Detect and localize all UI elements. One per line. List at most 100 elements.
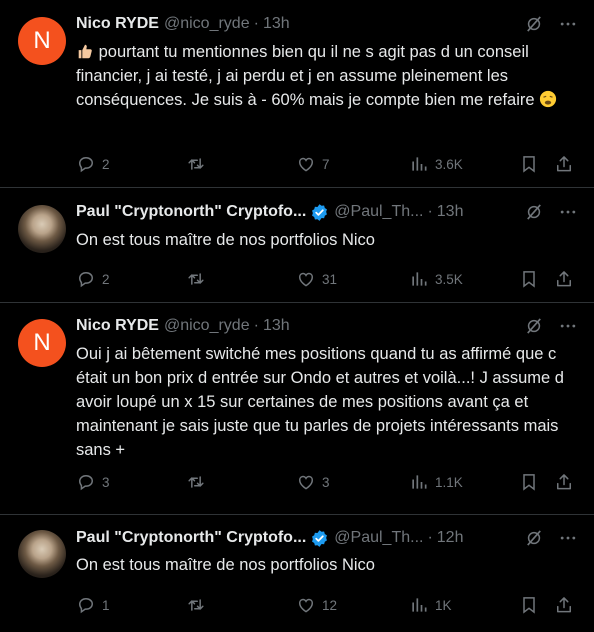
tweet-text: pourtant tu mentionnes bien qu il ne s a…: [76, 40, 576, 112]
views-button[interactable]: 3.5K: [409, 268, 463, 290]
tweet[interactable]: N Nico RYDE @nico_ryde · 13h pourtant tu…: [0, 0, 594, 188]
reply-count: 3: [102, 474, 110, 490]
like-icon: [296, 269, 316, 289]
view-count: 1K: [435, 597, 452, 613]
views-button[interactable]: 1.1K: [409, 471, 463, 493]
view-count: 3.5K: [435, 271, 463, 287]
bookmark-button[interactable]: [519, 153, 539, 175]
tweet-header: Paul "Cryptonorth" Cryptofo... @Paul_Th.…: [76, 201, 578, 223]
share-button[interactable]: [554, 594, 574, 616]
author-handle[interactable]: @nico_ryde: [164, 15, 250, 33]
reply-count: 2: [102, 156, 110, 172]
separator-dot: ·: [253, 317, 259, 334]
reply-button[interactable]: 2: [76, 268, 110, 290]
timestamp[interactable]: 13h: [263, 15, 290, 33]
reply-icon: [76, 269, 96, 289]
retweet-button[interactable]: [186, 153, 212, 175]
avatar[interactable]: [18, 530, 66, 578]
avatar[interactable]: N: [18, 319, 66, 367]
views-icon: [409, 595, 429, 615]
author-name[interactable]: Paul "Cryptonorth" Cryptofo...: [76, 203, 306, 221]
share-button[interactable]: [554, 153, 574, 175]
weary-face-emoji: [540, 90, 557, 108]
avatar[interactable]: [18, 205, 66, 253]
grok-icon[interactable]: [524, 316, 544, 336]
retweet-button[interactable]: [186, 594, 212, 616]
reply-button[interactable]: 3: [76, 471, 110, 493]
tweet-header: Paul "Cryptonorth" Cryptofo... @Paul_Th.…: [76, 527, 578, 549]
bookmark-icon: [519, 472, 539, 492]
tweet-actions: 1 12 1K: [76, 594, 576, 616]
timestamp[interactable]: 13h: [263, 317, 290, 335]
tweet[interactable]: Paul "Cryptonorth" Cryptofo... @Paul_Th.…: [0, 188, 594, 303]
views-icon: [409, 472, 429, 492]
bookmark-icon: [519, 595, 539, 615]
like-button[interactable]: 7: [296, 153, 330, 175]
tweet-text: Oui j ai bêtement switché mes positions …: [76, 345, 564, 459]
timestamp[interactable]: 13h: [437, 203, 464, 221]
retweet-icon: [186, 472, 206, 492]
like-button[interactable]: 3: [296, 471, 330, 493]
tweet-text: On est tous maître de nos portfolios Nic…: [76, 556, 375, 574]
like-count: 12: [322, 597, 338, 613]
like-count: 31: [322, 271, 338, 287]
author-name[interactable]: Nico RYDE: [76, 15, 159, 33]
avatar-letter: N: [33, 329, 51, 356]
like-count: 3: [322, 474, 330, 490]
bookmark-button[interactable]: [519, 471, 539, 493]
verified-badge-icon: [310, 203, 329, 222]
retweet-icon: [186, 595, 206, 615]
more-icon[interactable]: [558, 528, 578, 548]
share-icon: [554, 595, 574, 615]
tweet-actions: 2 7 3.6K: [76, 153, 576, 175]
tweet-actions: 3 3 1.1K: [76, 471, 576, 493]
tweet-actions: 2 31 3.5K: [76, 268, 576, 290]
retweet-icon: [186, 269, 206, 289]
like-button[interactable]: 31: [296, 268, 337, 290]
bookmark-icon: [519, 269, 539, 289]
view-count: 1.1K: [435, 474, 463, 490]
like-icon: [296, 472, 316, 492]
reply-button[interactable]: 2: [76, 153, 110, 175]
reply-button[interactable]: 1: [76, 594, 110, 616]
views-button[interactable]: 3.6K: [409, 153, 463, 175]
tweet-text-content: pourtant tu mentionnes bien qu il ne s a…: [76, 43, 535, 109]
tweet-text: On est tous maître de nos portfolios Nic…: [76, 231, 375, 249]
like-button[interactable]: 12: [296, 594, 337, 616]
bookmark-button[interactable]: [519, 594, 539, 616]
reply-icon: [76, 472, 96, 492]
avatar[interactable]: N: [18, 17, 66, 65]
bookmark-button[interactable]: [519, 268, 539, 290]
author-handle[interactable]: @Paul_Th...: [334, 529, 423, 547]
like-icon: [296, 595, 316, 615]
view-count: 3.6K: [435, 156, 463, 172]
author-name[interactable]: Nico RYDE: [76, 317, 159, 335]
more-icon[interactable]: [558, 14, 578, 34]
author-handle[interactable]: @nico_ryde: [164, 317, 250, 335]
verified-badge-icon: [310, 529, 329, 548]
share-button[interactable]: [554, 268, 574, 290]
share-button[interactable]: [554, 471, 574, 493]
grok-icon[interactable]: [524, 528, 544, 548]
views-button[interactable]: 1K: [409, 594, 452, 616]
tweet[interactable]: N Nico RYDE @nico_ryde · 13h Oui j ai bê…: [0, 303, 594, 515]
views-icon: [409, 269, 429, 289]
author-name[interactable]: Paul "Cryptonorth" Cryptofo...: [76, 529, 306, 547]
timestamp[interactable]: 12h: [437, 529, 464, 547]
share-icon: [554, 154, 574, 174]
thumbs-up-emoji: [78, 44, 92, 59]
grok-icon[interactable]: [524, 202, 544, 222]
more-icon[interactable]: [558, 202, 578, 222]
reply-icon: [76, 595, 96, 615]
author-handle[interactable]: @Paul_Th...: [334, 203, 423, 221]
retweet-button[interactable]: [186, 471, 212, 493]
tweet-header: Nico RYDE @nico_ryde · 13h: [76, 13, 578, 35]
more-icon[interactable]: [558, 316, 578, 336]
reply-count: 2: [102, 271, 110, 287]
views-icon: [409, 154, 429, 174]
share-icon: [554, 269, 574, 289]
tweet[interactable]: Paul "Cryptonorth" Cryptofo... @Paul_Th.…: [0, 515, 594, 632]
avatar-letter: N: [33, 27, 51, 54]
grok-icon[interactable]: [524, 14, 544, 34]
retweet-button[interactable]: [186, 268, 212, 290]
